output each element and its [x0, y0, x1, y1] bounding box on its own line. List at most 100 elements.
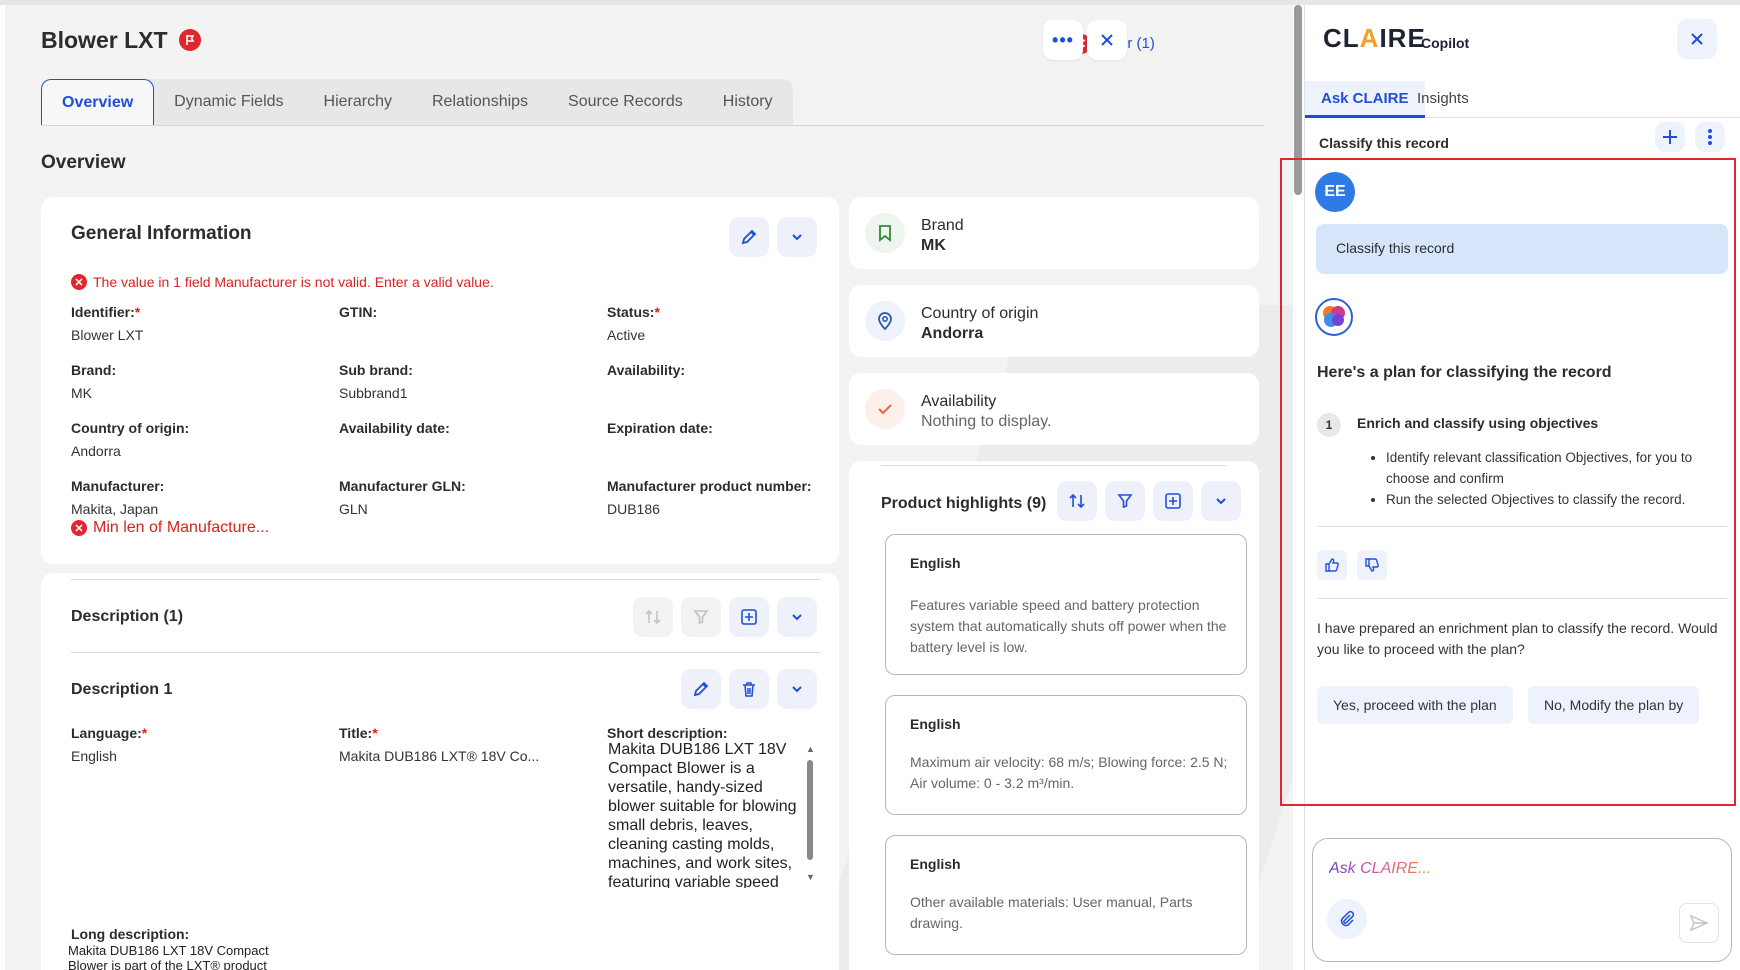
short-description-text[interactable]: Makita DUB186 LXT 18V Compact Blower is … [608, 740, 803, 888]
sub-brand-field: Sub brand: Subbrand1 [339, 362, 413, 401]
tab-overview[interactable]: Overview [41, 79, 155, 125]
country-card-value: Andorra [921, 325, 984, 342]
tab-source-records[interactable]: Source Records [548, 79, 703, 125]
field-value: MK [71, 385, 92, 401]
assistant-answer: I have prepared an enrichment plan to cl… [1317, 620, 1718, 657]
highlight-item[interactable]: English Maximum air velocity: 68 m/s; Bl… [885, 695, 1247, 815]
thumbs-up-button[interactable] [1317, 550, 1347, 580]
country-card: Country of origin Andorra [849, 285, 1259, 357]
brand-card-title: Brand [921, 217, 964, 234]
brand-card: Brand MK [849, 197, 1259, 269]
field-label: Availability: [607, 362, 686, 378]
sort-icon [1069, 493, 1085, 509]
tab-ask-claire[interactable]: Ask CLAIRE [1305, 81, 1425, 118]
availability-card-value: Nothing to display. [921, 413, 1052, 430]
filter-button[interactable] [681, 597, 721, 637]
manufacturer-gln-field: Manufacturer GLN: GLN [339, 478, 466, 517]
divider [71, 652, 821, 653]
validation-error-text: The value in 1 field Manufacturer is not… [93, 274, 494, 290]
field-label: Long description: [71, 926, 190, 942]
highlight-item[interactable]: English Features variable speed and batt… [885, 534, 1247, 675]
new-thread-button[interactable] [1655, 122, 1685, 152]
availability-date-field: Availability date: [339, 420, 450, 443]
scroll-down-icon[interactable]: ▼ [806, 872, 815, 882]
manufacturer-field-error[interactable]: ✕ Min len of Manufacture... [71, 519, 269, 537]
scroll-up-icon[interactable]: ▲ [806, 744, 815, 754]
field-error-text: Min len of Manufacture... [93, 519, 270, 536]
more-button[interactable]: ••• [1043, 20, 1083, 60]
add-highlight-button[interactable] [1153, 481, 1193, 521]
tab-hierarchy[interactable]: Hierarchy [304, 79, 412, 125]
filter-button[interactable] [1105, 481, 1145, 521]
user-message: Classify this record [1316, 224, 1728, 274]
gtin-field: GTIN: [339, 304, 377, 327]
required-marker: * [141, 725, 148, 741]
send-button[interactable] [1679, 903, 1719, 943]
close-icon [1691, 33, 1703, 45]
modify-plan-button[interactable]: No, Modify the plan by [1528, 686, 1700, 724]
copilot-close-button[interactable] [1677, 19, 1717, 59]
field-value: Makita, Japan [71, 501, 159, 517]
record-tabs: Overview Dynamic Fields Hierarchy Relati… [41, 79, 793, 125]
attach-button[interactable] [1327, 899, 1367, 939]
ask-claire-input[interactable]: Ask CLAIRE... [1312, 838, 1732, 962]
brand-field: Brand: MK [71, 362, 116, 401]
add-description-button[interactable] [729, 597, 769, 637]
check-icon [865, 389, 905, 429]
section-title: Overview [41, 152, 126, 173]
chevron-down-icon [1216, 498, 1226, 505]
delete-button[interactable] [729, 669, 769, 709]
short-description-scrollbar[interactable]: ▲ ▼ [806, 744, 815, 882]
thumbs-down-button[interactable] [1357, 550, 1387, 580]
edit-button[interactable] [681, 669, 721, 709]
tab-insights[interactable]: Insights [1417, 81, 1469, 118]
step-bullets: Identify relevant classification Objecti… [1386, 447, 1716, 510]
country-card-title: Country of origin [921, 305, 1039, 322]
scrollbar-thumb[interactable] [807, 760, 813, 860]
edit-button[interactable] [729, 217, 769, 257]
filter-icon [1117, 494, 1133, 509]
general-info-card: General Information ✕ The value in 1 fie… [41, 197, 839, 564]
manufacturer-field: Manufacturer: Makita, Japan [71, 478, 164, 517]
plan-title: Here's a plan for classifying the record [1317, 364, 1612, 381]
thread-menu-button[interactable] [1695, 122, 1725, 152]
tab-relationships[interactable]: Relationships [412, 79, 548, 125]
avatar: EE [1315, 172, 1355, 212]
field-label: Brand: [71, 362, 117, 378]
highlight-item[interactable]: English Other available materials: User … [885, 835, 1247, 955]
collapse-button[interactable] [777, 669, 817, 709]
field-value: DUB186 [607, 501, 660, 517]
chevron-down-icon [792, 234, 802, 241]
field-label: GTIN: [339, 304, 378, 320]
divider [71, 579, 821, 580]
field-label: Status: [607, 304, 655, 320]
tab-history[interactable]: History [703, 79, 793, 125]
tab-dynamic-fields[interactable]: Dynamic Fields [154, 79, 303, 125]
sort-button[interactable] [633, 597, 673, 637]
list-item: Run the selected Objectives to classify … [1386, 489, 1716, 510]
sort-icon [645, 609, 661, 625]
proceed-plan-button[interactable]: Yes, proceed with the plan [1317, 686, 1513, 724]
field-label: Expiration date: [607, 420, 713, 436]
sort-button[interactable] [1057, 481, 1097, 521]
field-value: English [71, 748, 117, 764]
thread-title: Classify this record [1319, 135, 1449, 151]
claire-logo: CLAIRE [1323, 23, 1426, 54]
collapse-button[interactable] [777, 597, 817, 637]
send-icon [1689, 914, 1709, 932]
divider [881, 465, 1227, 466]
field-label: Manufacturer GLN: [339, 478, 466, 494]
collapse-button[interactable] [777, 217, 817, 257]
kebab-icon [1708, 129, 1712, 145]
validation-error: ✕ The value in 1 field Manufacturer is n… [71, 274, 494, 290]
short-description-field: Short description: [607, 725, 728, 741]
close-button[interactable] [1087, 20, 1127, 60]
copilot-tabs: Ask CLAIRE Insights [1305, 81, 1740, 118]
flag-icon[interactable] [179, 29, 201, 51]
error-icon: ✕ [71, 274, 87, 290]
field-label: Manufacturer product number: [607, 478, 812, 494]
delete-icon [743, 682, 755, 697]
collapse-button[interactable] [1201, 481, 1241, 521]
availability-card: Availability Nothing to display. [849, 373, 1259, 445]
add-icon [741, 609, 757, 625]
